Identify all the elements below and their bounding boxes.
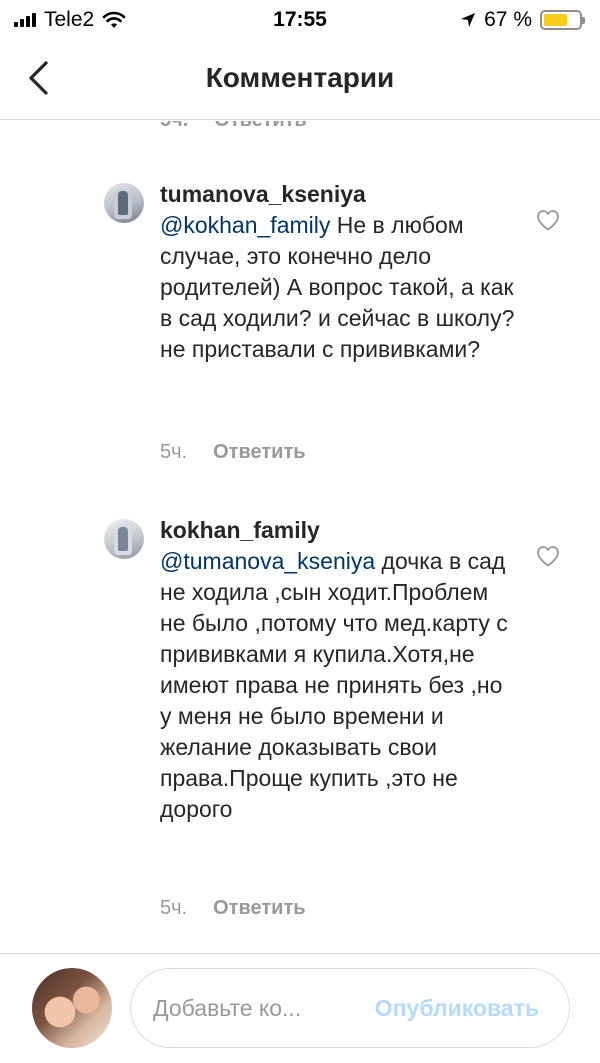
comment-body: tumanova_kseniya @kokhan_family Не в люб…: [160, 179, 520, 365]
comment-text: дочка в сад не ходила ,сын ходит.Проблем…: [160, 548, 508, 822]
comment-meta: 5ч. Ответить: [160, 897, 306, 920]
heart-outline-icon[interactable]: [536, 545, 560, 567]
reply-button[interactable]: Ответить: [213, 441, 305, 464]
battery-level-fill: [544, 14, 567, 26]
comment-time: 5ч.: [160, 897, 188, 919]
avatar[interactable]: [104, 519, 144, 559]
battery-percent: 67 %: [484, 8, 532, 31]
status-bar: Tele2 17:55 67 %: [0, 0, 600, 40]
comment-input[interactable]: Добавьте ко... Опубликовать: [130, 968, 570, 1048]
location-arrow-icon: [461, 13, 476, 27]
comment-body: kokhan_family @tumanova_kseniya дочка в …: [160, 515, 520, 825]
avatar: [32, 968, 112, 1048]
comments-list[interactable]: 5ч. Ответить tumanova_kseniya @kokhan_fa…: [0, 121, 600, 953]
partial-comment-meta: 5ч. Ответить: [160, 121, 307, 132]
comment-input-placeholder[interactable]: Добавьте ко...: [153, 995, 301, 1022]
comment-meta: 5ч. Ответить: [160, 441, 306, 464]
reply-button[interactable]: Ответить: [213, 897, 305, 920]
comment-mention[interactable]: @tumanova_kseniya: [160, 548, 375, 574]
nav-header: Комментарии: [0, 40, 600, 120]
heart-outline-icon[interactable]: [536, 209, 560, 231]
status-right: 67 %: [460, 8, 585, 32]
battery-icon: [540, 10, 585, 30]
publish-button[interactable]: Опубликовать: [375, 995, 539, 1022]
comment-composer: Добавьте ко... Опубликовать: [0, 953, 600, 1063]
comment-time: 5ч.: [160, 121, 188, 132]
avatar[interactable]: [104, 183, 144, 223]
comment-username[interactable]: tumanova_kseniya: [160, 179, 520, 210]
reply-button[interactable]: Ответить: [214, 121, 306, 132]
comment-time: 5ч.: [160, 441, 188, 463]
comment-mention[interactable]: @kokhan_family: [160, 212, 330, 238]
page-title: Комментарии: [205, 62, 395, 93]
comment-username[interactable]: kokhan_family: [160, 515, 520, 546]
